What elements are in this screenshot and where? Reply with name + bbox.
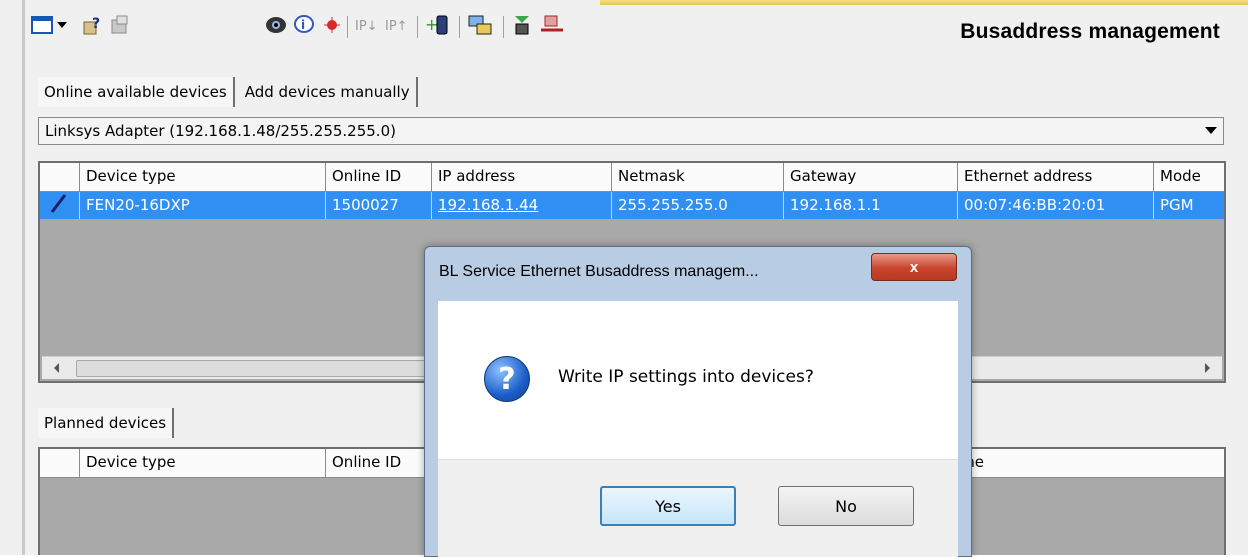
- svg-text:?: ?: [92, 16, 100, 32]
- tab-online-available-devices[interactable]: Online available devices: [38, 77, 235, 107]
- remove-device-icon[interactable]: [539, 14, 565, 36]
- column-header[interactable]: Ethernet address: [958, 163, 1154, 191]
- toolbar-separator: [503, 16, 504, 38]
- online-id-cell: 1500027: [326, 192, 432, 219]
- column-header[interactable]: IP address: [432, 163, 612, 191]
- help-icon[interactable]: ?: [81, 14, 103, 36]
- adapter-select-value: Linksys Adapter (192.168.1.48/255.255.25…: [45, 122, 396, 140]
- svg-text:+: +: [425, 15, 438, 34]
- netmask-cell: 255.255.255.0: [612, 192, 784, 219]
- tab-add-devices-manually[interactable]: Add devices manually: [238, 77, 418, 107]
- gateway-cell: 192.168.1.1: [784, 192, 958, 219]
- column-header[interactable]: Mode: [1154, 163, 1224, 191]
- table-header: Device type Online ID IP address Netmask…: [40, 163, 1224, 192]
- confirm-dialog: BL Service Ethernet Busaddress managem..…: [424, 246, 972, 557]
- info-bubble-icon[interactable]: i: [293, 14, 315, 36]
- dialog-message: Write IP settings into devices?: [558, 367, 814, 387]
- svg-text:i: i: [301, 18, 305, 32]
- column-header[interactable]: Online ID: [326, 163, 432, 191]
- device-type-cell: FEN20-16DXP: [80, 192, 326, 219]
- ip-up-icon[interactable]: IP↑: [385, 14, 411, 36]
- dialog-title: BL Service Ethernet Busaddress managem..…: [439, 263, 759, 280]
- yes-button[interactable]: Yes: [600, 486, 736, 526]
- tab-planned-devices[interactable]: Planned devices: [38, 408, 175, 438]
- row-indicator-header: [40, 449, 80, 477]
- context-help-icon[interactable]: [109, 14, 131, 36]
- no-button[interactable]: No: [778, 486, 914, 526]
- toolbar-separator: [459, 16, 460, 38]
- toolbar-separator: [417, 16, 418, 38]
- ip-down-icon[interactable]: IP↓: [355, 14, 381, 36]
- chevron-down-icon[interactable]: [1205, 127, 1217, 134]
- column-header[interactable]: Device type: [80, 449, 326, 477]
- diagnostics-bug-icon[interactable]: [321, 14, 343, 36]
- planned-tabs: Planned devices: [38, 408, 175, 438]
- view-dropdown-arrow-icon[interactable]: [55, 14, 69, 36]
- question-icon: ?: [484, 356, 530, 402]
- ethernet-address-cell: 00:07:46:BB:20:01: [958, 192, 1154, 219]
- column-header[interactable]: Netmask: [612, 163, 784, 191]
- scroll-right-arrow-icon[interactable]: [1205, 363, 1210, 373]
- add-device-icon[interactable]: +: [425, 14, 451, 36]
- column-header[interactable]: Gateway: [784, 163, 958, 191]
- ip-address-cell[interactable]: 192.168.1.44: [432, 192, 612, 219]
- network-device-icon[interactable]: [467, 14, 493, 36]
- dialog-button-bar: Yes No: [438, 459, 958, 557]
- mode-cell: PGM: [1160, 196, 1194, 214]
- window-view-icon[interactable]: [31, 14, 53, 36]
- device-tabs: Online available devices Add devices man…: [38, 77, 418, 107]
- window-left-border: [22, 0, 25, 555]
- transfer-device-icon[interactable]: [511, 14, 533, 36]
- edit-pencil-icon: [40, 192, 80, 219]
- title-accent-strip: [600, 0, 1248, 5]
- column-header[interactable]: Device type: [80, 163, 326, 191]
- monitor-eye-icon[interactable]: [265, 14, 287, 36]
- dialog-content: ? Write IP settings into devices? Yes No: [438, 301, 958, 557]
- toolbar-separator: [347, 16, 348, 38]
- table-row[interactable]: FEN20-16DXP 1500027 192.168.1.44 255.255…: [40, 192, 1224, 219]
- scroll-left-arrow-icon[interactable]: [54, 363, 59, 373]
- row-indicator-header: [40, 163, 80, 191]
- svg-text:IP↑: IP↑: [385, 19, 408, 34]
- adapter-select[interactable]: Linksys Adapter (192.168.1.48/255.255.25…: [38, 117, 1224, 145]
- svg-text:IP↓: IP↓: [355, 19, 378, 34]
- page-title: Busaddress management: [960, 20, 1220, 43]
- scrollbar-thumb[interactable]: [76, 360, 458, 377]
- close-button[interactable]: x: [871, 253, 957, 281]
